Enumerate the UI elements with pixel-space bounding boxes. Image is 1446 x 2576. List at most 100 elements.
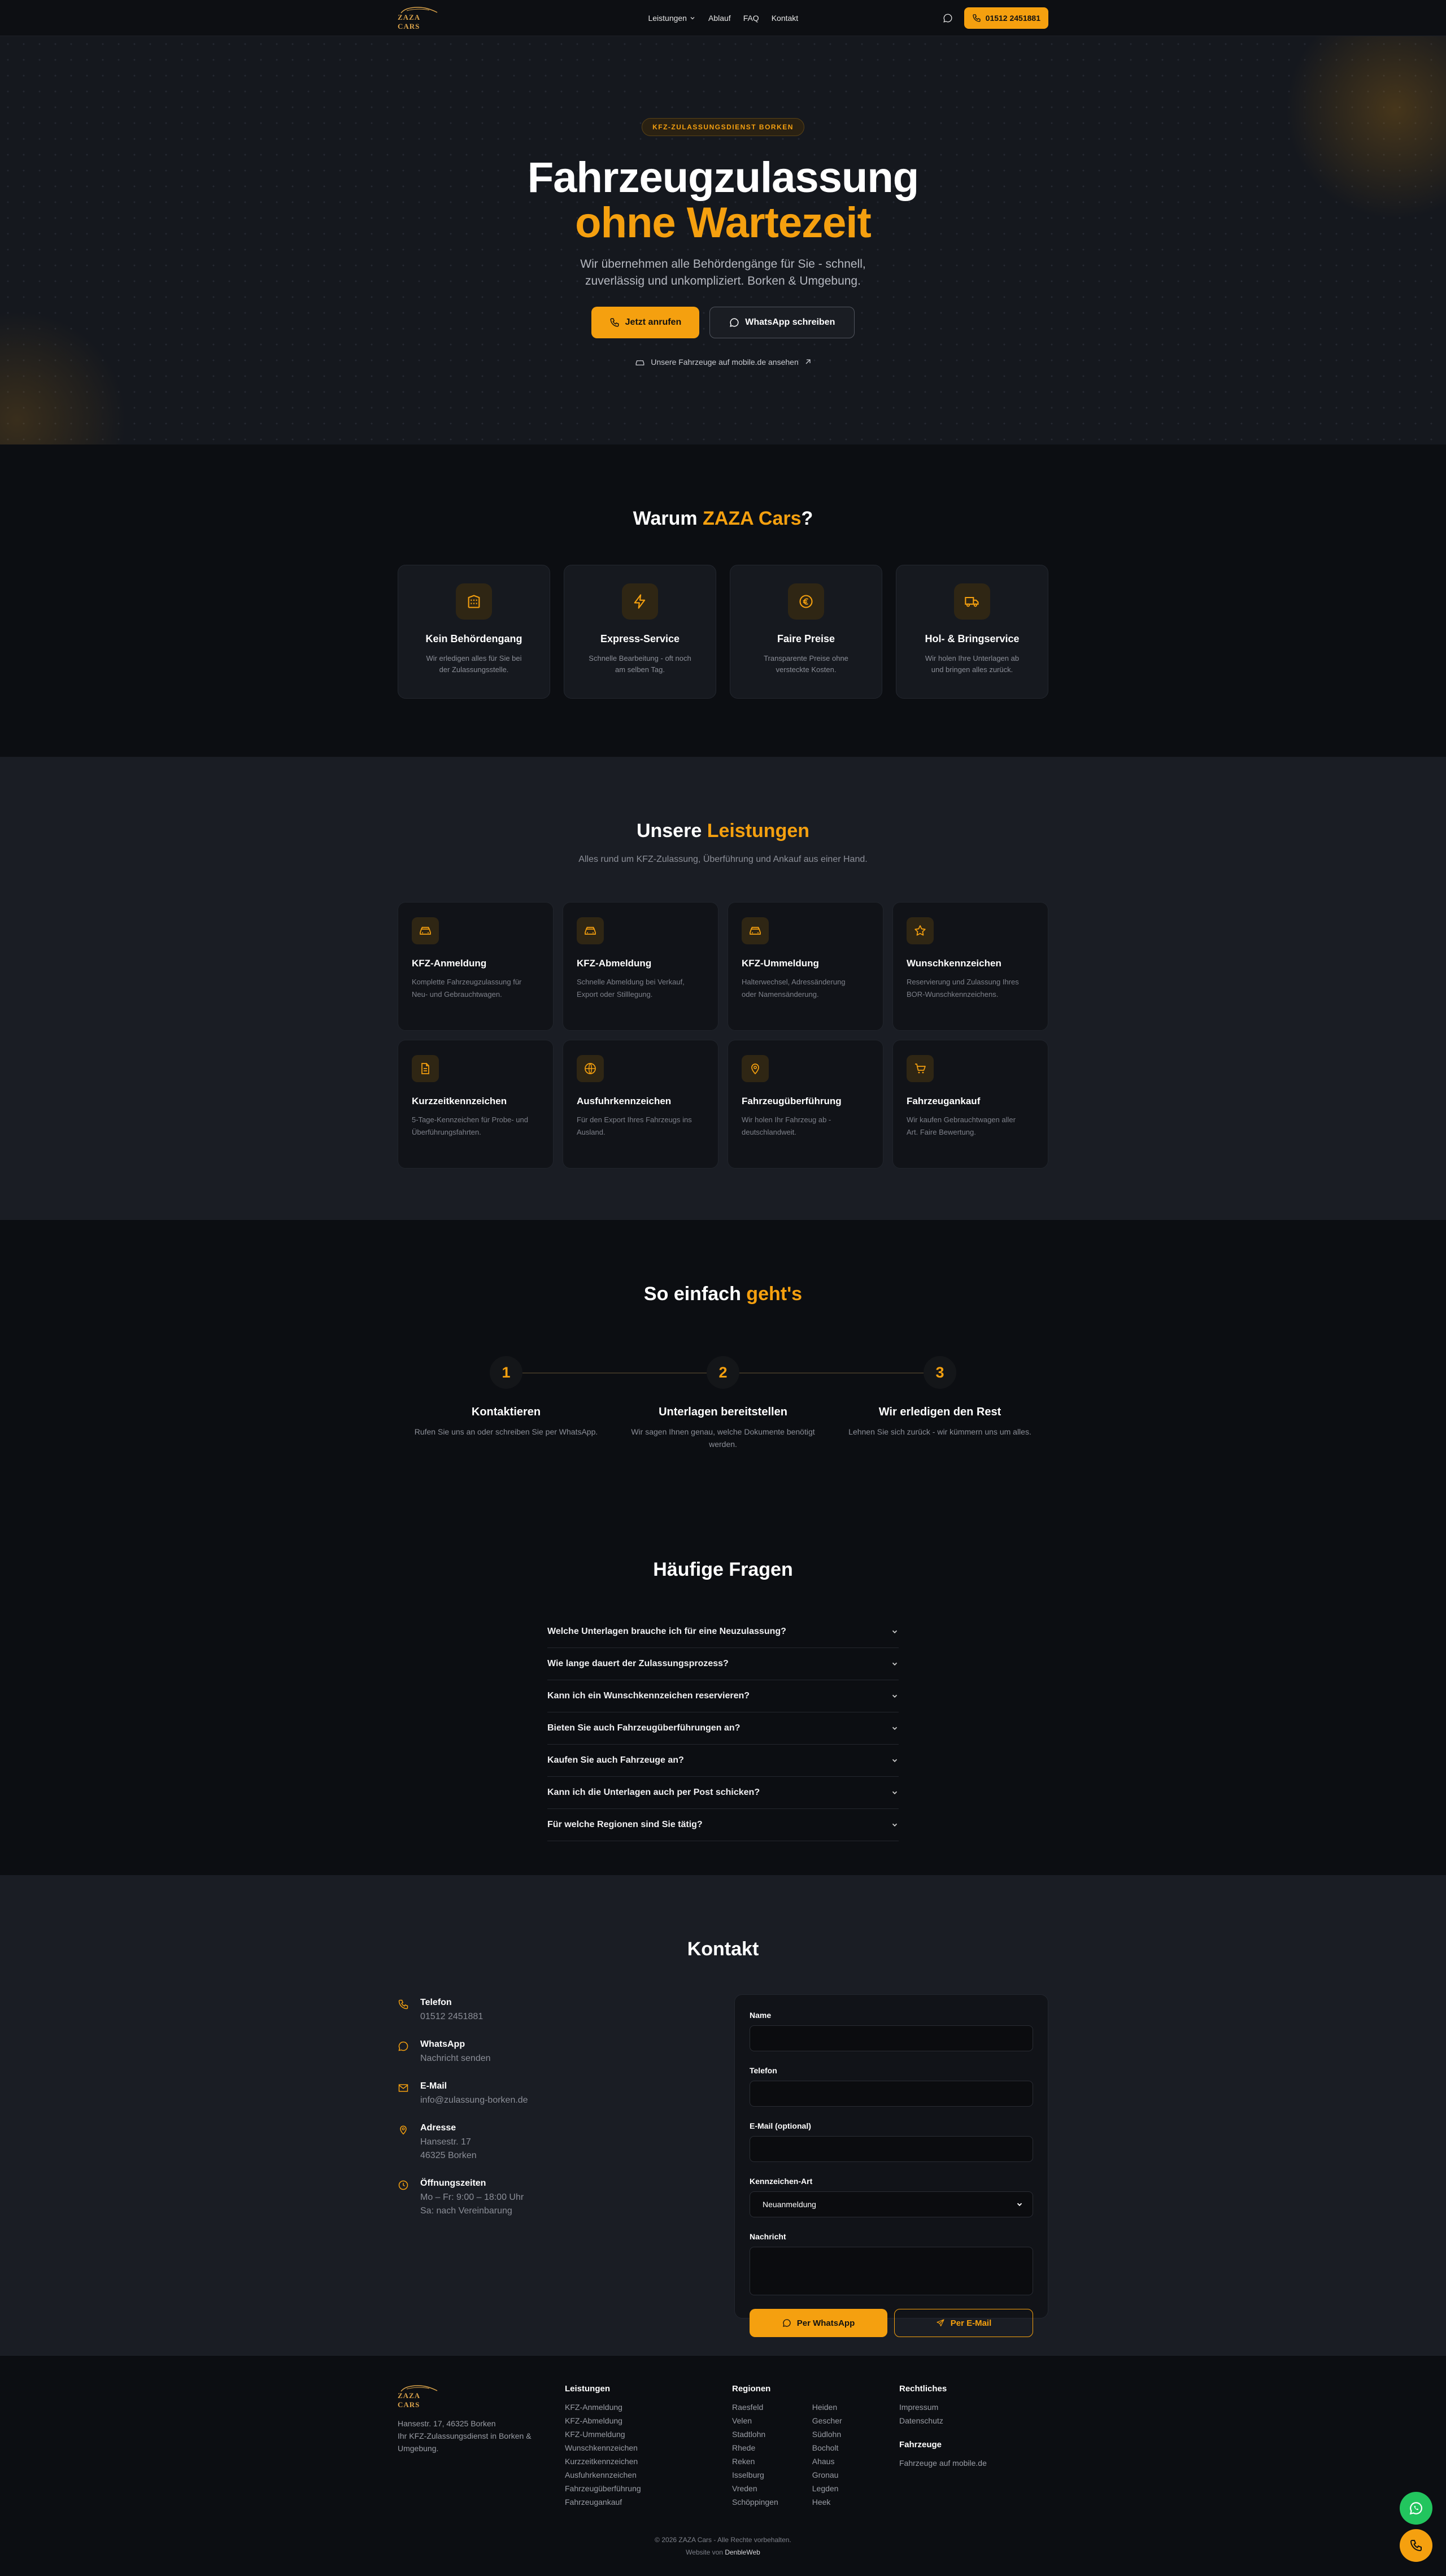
footer-link[interactable]: KFZ-Anmeldung (565, 2400, 732, 2414)
nav-item-kontakt[interactable]: Kontakt (772, 14, 798, 23)
contact-info-value: Hansestr. 17 (420, 2137, 471, 2147)
call-button[interactable]: Jetzt anrufen (591, 307, 700, 338)
service-card[interactable]: Fahrzeugankauf Wir kaufen Gebrauchtwagen… (892, 1040, 1048, 1169)
step-title: Unterlagen bereitstellen (659, 1406, 787, 1418)
building-icon (468, 595, 480, 608)
send-whatsapp-label: Per WhatsApp (796, 2318, 855, 2328)
nav-item-faq[interactable]: FAQ (743, 14, 759, 23)
mobile-de-link[interactable]: Unsere Fahrzeuge auf mobile.de ansehen (0, 358, 1446, 367)
service-card[interactable]: Fahrzeugüberführung Wir holen Ihr Fahrze… (728, 1040, 883, 1169)
footer-link[interactable]: Fahrzeugüberführung (565, 2482, 732, 2495)
why-card-title: Hol- & Bringservice (925, 633, 1020, 644)
contact-info-value: info@zulassung-borken.de (420, 2095, 528, 2105)
logo[interactable]: ZAZA CARS (398, 6, 441, 31)
contact-info-title: WhatsApp (420, 2039, 465, 2049)
faq-question: Für welche Regionen sind Sie tätig? (547, 1820, 703, 1829)
faq-section: Häufige Fragen Welche Unterlagen brauche… (0, 1502, 1446, 1875)
service-card-text: Für den Export Ihres Fahrzeugs ins Ausla… (577, 1115, 692, 1136)
service-card-title: KFZ-Ummeldung (742, 958, 819, 969)
step-title: Kontaktieren (471, 1406, 541, 1418)
chevron-down-icon (690, 17, 695, 20)
contact-title: Kontakt (687, 1938, 759, 1960)
phone-icon (610, 318, 619, 327)
credit-link[interactable]: DenbleWeb (725, 2548, 760, 2556)
copyright-text: © 2026 ZAZA Cars - Alle Rechte vorbehalt… (655, 2536, 791, 2544)
message-textarea[interactable] (750, 2247, 1033, 2295)
why-title: Warum ZAZA Cars? (633, 508, 813, 529)
why-card: Hol- & Bringservice Wir holen Ihre Unter… (896, 565, 1048, 699)
footer-link[interactable]: Fahrzeugankauf (565, 2495, 732, 2509)
contact-info-value: Mo – Fr: 9:00 – 18:00 Uhr (420, 2193, 524, 2202)
service-card[interactable]: KFZ-Anmeldung Komplette Fahrzeugzulassun… (398, 902, 554, 1031)
faq-item[interactable]: Kaufen Sie auch Fahrzeuge an? (547, 1745, 899, 1777)
chevron-down-icon (892, 1630, 898, 1633)
step-connector (522, 1372, 707, 1374)
service-card[interactable]: Wunschkennzeichen Reservierung und Zulas… (892, 902, 1048, 1031)
why-section: Warum ZAZA Cars? Kein Behördengang Wir e… (0, 444, 1446, 757)
service-card-title: Wunschkennzeichen (907, 958, 1001, 969)
region-item: Gronau (812, 2470, 839, 2479)
faq-item[interactable]: Welche Unterlagen brauche ich für eine N… (547, 1616, 899, 1648)
top-navigation: ZAZA CARS Leistungen Ablauf FAQ Kontakt … (0, 0, 1446, 36)
email-input[interactable] (750, 2136, 1033, 2162)
why-card-text: Wir holen Ihre Unterlagen ab und bringen… (925, 654, 1020, 674)
whatsapp-button[interactable]: WhatsApp schreiben (709, 307, 855, 338)
faq-item[interactable]: Für welche Regionen sind Sie tätig? (547, 1809, 899, 1841)
floating-call-button[interactable] (1400, 2529, 1432, 2562)
region-item: Gescher (812, 2416, 842, 2425)
region-item: Bocholt (812, 2443, 839, 2452)
faq-item[interactable]: Kann ich ein Wunschkennzeichen reservier… (547, 1680, 899, 1712)
footer-legal-heading: Rechtliches (899, 2384, 947, 2394)
service-card[interactable]: KFZ-Ummeldung Halterwechsel, Adressänder… (728, 902, 883, 1031)
nav-item-ablauf[interactable]: Ablauf (708, 14, 731, 23)
car-icon (420, 927, 431, 935)
footer-link[interactable]: Wunschkennzeichen (565, 2441, 732, 2455)
contact-info-value: 46325 Borken (420, 2151, 477, 2160)
chevron-down-icon (892, 1759, 898, 1762)
car-icon (585, 927, 596, 935)
region-item: Vreden (732, 2484, 757, 2493)
footer-logo[interactable]: ZAZA CARS (398, 2384, 441, 2409)
send-whatsapp-button[interactable]: Per WhatsApp (750, 2309, 887, 2337)
services-section: Unsere Leistungen Alles rund um KFZ-Zula… (0, 757, 1446, 1220)
service-card[interactable]: Ausfuhrkennzeichen Für den Export Ihres … (563, 1040, 718, 1169)
footer-link-datenschutz[interactable]: Datenschutz (899, 2414, 1048, 2427)
euro-icon (799, 595, 813, 608)
faq-question: Bieten Sie auch Fahrzeugüberführungen an… (547, 1723, 741, 1733)
footer-link[interactable]: KFZ-Ummeldung (565, 2427, 732, 2441)
contact-email[interactable]: E-Mail info@zulassung-borken.de (398, 2081, 714, 2107)
service-card-title: Fahrzeugankauf (907, 1096, 981, 1106)
region-item: Reken (732, 2457, 755, 2466)
name-input[interactable] (750, 2025, 1033, 2051)
whatsapp-nav-button[interactable] (938, 8, 957, 28)
service-card[interactable]: KFZ-Abmeldung Schnelle Abmeldung bei Ver… (563, 902, 718, 1031)
hero-section: KFZ-ZULASSUNGSDIENST BORKEN Fahrzeugzula… (0, 36, 1446, 444)
nav-item-leistungen[interactable]: Leistungen (648, 14, 696, 23)
process-section: So einfach geht's 1 Kontaktieren Rufen S… (0, 1220, 1446, 1502)
faq-item[interactable]: Bieten Sie auch Fahrzeugüberführungen an… (547, 1712, 899, 1745)
footer-link-impressum[interactable]: Impressum (899, 2400, 1048, 2414)
chat-icon (730, 318, 739, 327)
faq-item[interactable]: Wie lange dauert der Zulassungsprozess? (547, 1648, 899, 1680)
plate-type-select[interactable]: Neuanmeldung (750, 2191, 1033, 2217)
contact-phone[interactable]: Telefon 01512 2451881 (398, 1998, 714, 2024)
phone-input[interactable] (750, 2081, 1033, 2107)
process-title: So einfach geht's (643, 1283, 803, 1305)
footer-link[interactable]: KFZ-Abmeldung (565, 2414, 732, 2427)
contact-whatsapp[interactable]: WhatsApp Nachricht senden (398, 2039, 714, 2065)
footer-link-mobile[interactable]: Fahrzeuge auf mobile.de (899, 2456, 1048, 2470)
send-email-button[interactable]: Per E-Mail (894, 2309, 1033, 2337)
service-card-text: Reservierung und Zulassung Ihres BOR-Wun… (907, 978, 1019, 999)
send-email-label: Per E-Mail (950, 2318, 992, 2328)
floating-whatsapp-button[interactable] (1400, 2492, 1432, 2525)
contact-info-title: Adresse (420, 2123, 456, 2133)
service-card[interactable]: Kurzzeitkennzeichen 5-Tage-Kennzeichen f… (398, 1040, 554, 1169)
phone-icon (972, 14, 981, 22)
footer-link[interactable]: Kurzzeitkennzeichen (565, 2455, 732, 2468)
cart-icon (915, 1063, 926, 1074)
nav-phone-button[interactable]: 01512 2451881 (964, 7, 1048, 29)
step-number: 3 (924, 1356, 956, 1389)
faq-item[interactable]: Kann ich die Unterlagen auch per Post sc… (547, 1777, 899, 1809)
why-card: Express-Service Schnelle Bearbeitung - o… (564, 565, 716, 699)
footer-link[interactable]: Ausfuhrkennzeichen (565, 2468, 732, 2482)
